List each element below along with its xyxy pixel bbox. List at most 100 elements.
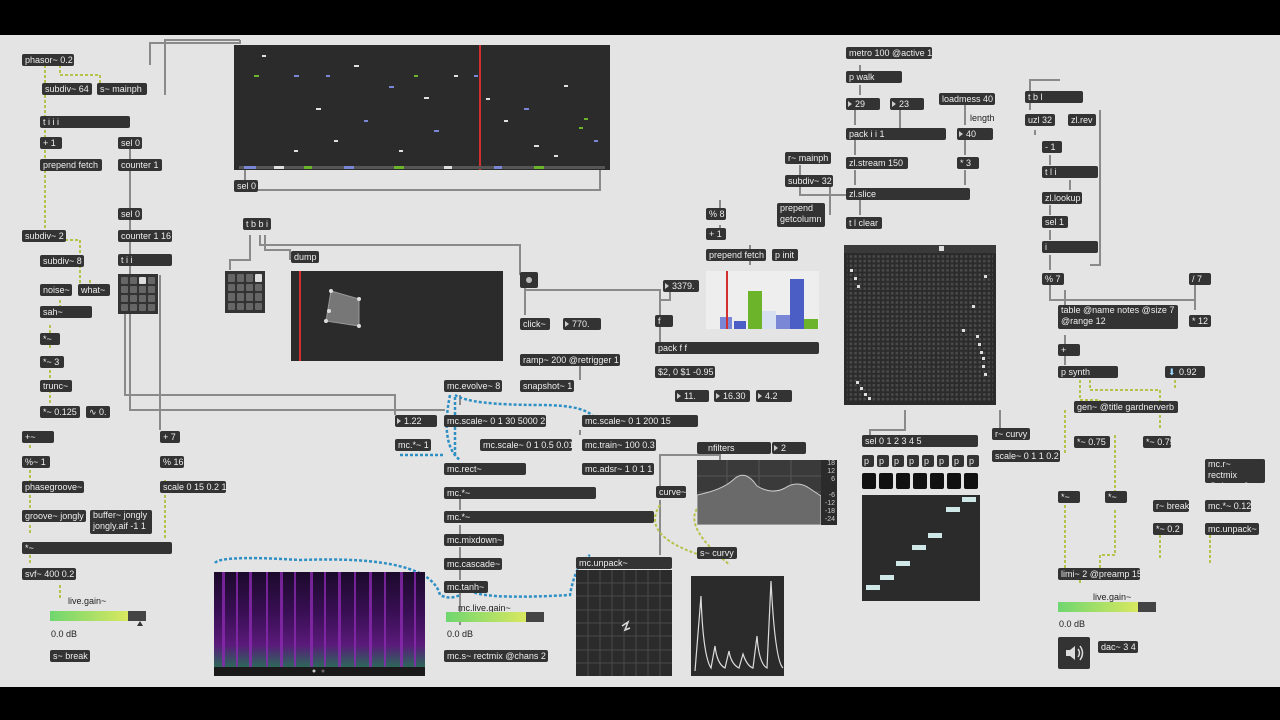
curve-object[interactable]: curve~: [656, 486, 686, 498]
p-init-object[interactable]: p init: [772, 249, 798, 261]
mc-mult-object-b[interactable]: mc.*~: [444, 511, 654, 523]
mult-signal-object-c[interactable]: *~: [1058, 491, 1080, 503]
p-button[interactable]: p: [877, 455, 889, 467]
mc-cascade-object[interactable]: mc.cascade~: [444, 558, 502, 570]
ramp-object[interactable]: ramp~ 200 @retrigger 1: [520, 354, 620, 366]
p-button[interactable]: p: [862, 455, 874, 467]
multislider-display[interactable]: [706, 271, 819, 329]
trigger-li-object[interactable]: t l i: [1042, 166, 1098, 178]
plus-1-object-2[interactable]: + 1: [706, 228, 726, 240]
minus-1-object[interactable]: - 1: [1042, 141, 1062, 153]
float-object[interactable]: f: [655, 315, 673, 327]
mc-mult-object-a[interactable]: mc.*~: [444, 487, 596, 499]
nfilters-menu[interactable]: nfilters: [697, 442, 771, 454]
what-object[interactable]: what~: [78, 284, 110, 296]
plus-1-object[interactable]: + 1: [40, 137, 62, 149]
bang-button[interactable]: [879, 473, 893, 489]
mod-1-object[interactable]: %~ 1: [22, 456, 50, 468]
mc-mult-1-object[interactable]: mc.*~ 1: [395, 439, 431, 451]
prepend-getcolumn-object[interactable]: prepend getcolumn: [777, 203, 825, 227]
mult-0125-object[interactable]: *~ 0.125: [40, 406, 80, 418]
mult-3-object-2[interactable]: * 3: [957, 157, 979, 169]
sel-0-object-3[interactable]: sel 0: [234, 180, 258, 192]
mc-scale-30-5000-object[interactable]: mc.scale~ 0 1 30 5000 2: [444, 415, 546, 427]
pack-ii1-object[interactable]: pack i i 1: [846, 128, 946, 140]
p-synth-object[interactable]: p synth: [1058, 366, 1118, 378]
sah-object[interactable]: sah~: [40, 306, 92, 318]
receive-break-object[interactable]: r~ break: [1153, 500, 1189, 512]
plus-object[interactable]: +: [1058, 344, 1080, 356]
number-122[interactable]: 1.22: [395, 415, 437, 427]
matrix-ctrl-small-2[interactable]: [225, 271, 265, 313]
number-40[interactable]: 40: [957, 128, 993, 140]
mc-evolve-object[interactable]: mc.evolve~ 8: [444, 380, 502, 392]
mult-075-object-b[interactable]: *~ 0.75: [1143, 436, 1171, 448]
mod-16-object[interactable]: % 16: [160, 456, 184, 468]
bang-button[interactable]: [913, 473, 927, 489]
pack-ff-object[interactable]: pack f f: [655, 342, 819, 354]
click-object[interactable]: click~: [520, 318, 550, 330]
number-1630[interactable]: 16.30: [714, 390, 750, 402]
mc-receive-rectmix-object[interactable]: mc.r~ rectmix @chans 2: [1205, 459, 1265, 483]
scale-0110-object[interactable]: scale~ 0 1 1 0.2: [992, 450, 1060, 462]
subdiv-32-object[interactable]: subdiv~ 32: [785, 175, 833, 187]
groove-jongly-object[interactable]: groove~ jongly: [22, 510, 86, 522]
counter-1-object[interactable]: counter 1: [118, 159, 162, 171]
number-770[interactable]: 770.: [563, 318, 601, 330]
buffer-jongly-object[interactable]: buffer~ jongly jongly.aif -1 1: [90, 510, 152, 534]
int-object[interactable]: i: [1042, 241, 1098, 253]
div-7-object[interactable]: / 7: [1189, 273, 1211, 285]
loadmess-object[interactable]: loadmess 40: [939, 93, 995, 105]
curve-message[interactable]: $2, 0 $1 -0.95: [655, 366, 715, 378]
p-walk-object[interactable]: p walk: [846, 71, 902, 83]
number-23[interactable]: 23: [890, 98, 924, 110]
p-button[interactable]: p: [907, 455, 919, 467]
ezdac-button[interactable]: [1058, 637, 1090, 669]
receive-curvy-object[interactable]: r~ curvy: [992, 428, 1030, 440]
p-button[interactable]: p: [967, 455, 979, 467]
matrix-ctrl-small[interactable]: [118, 274, 158, 314]
zl-rev-object[interactable]: zl.rev: [1068, 114, 1096, 126]
mod-8-object[interactable]: % 8: [706, 208, 726, 220]
sel-012345-object[interactable]: sel 0 1 2 3 4 5: [862, 435, 978, 447]
trunc-object[interactable]: trunc~: [40, 380, 72, 392]
mod-7-object[interactable]: % 7: [1042, 273, 1064, 285]
mult-signal-wide-object[interactable]: *~: [22, 542, 172, 554]
mc-scale-05-001-object[interactable]: mc.scale~ 0 1 0.5 0.01: [480, 439, 572, 451]
p-button[interactable]: p: [952, 455, 964, 467]
mult-12-object[interactable]: * 12: [1189, 315, 1211, 327]
step-grid-matrix[interactable]: [844, 245, 996, 405]
bang-button[interactable]: [520, 272, 538, 288]
sel-1-object[interactable]: sel 1: [1042, 216, 1068, 228]
plus-signal-object[interactable]: +~: [22, 431, 54, 443]
mc-tanh-object[interactable]: mc.tanh~: [444, 581, 488, 593]
bang-button[interactable]: [964, 473, 978, 489]
number-3379[interactable]: 3379.: [663, 280, 699, 292]
mult-075-object-a[interactable]: *~ 0.75: [1074, 436, 1110, 448]
prepend-fetch-object[interactable]: prepend fetch: [40, 159, 102, 171]
mult-02-object[interactable]: *~ 0.2: [1153, 523, 1183, 535]
filtergraph-display[interactable]: 18 12 6 -6 -12 -18 -24: [696, 460, 837, 526]
bang-button[interactable]: [930, 473, 944, 489]
receive-mainph-object[interactable]: r~ mainph: [785, 152, 831, 164]
phasegroove-object[interactable]: phasegroove~: [22, 481, 84, 493]
snapshot-object[interactable]: snapshot~ 1: [520, 380, 574, 392]
zl-stream-object[interactable]: zl.stream 150: [846, 157, 908, 169]
mc-rect-object[interactable]: mc.rect~: [444, 463, 526, 475]
dump-message[interactable]: dump: [291, 251, 319, 263]
send-break-object[interactable]: s~ break: [50, 650, 90, 662]
trigger-lclear-object[interactable]: t l clear: [846, 217, 882, 229]
zl-lookup-object[interactable]: zl.lookup: [1042, 192, 1082, 204]
bang-button[interactable]: [947, 473, 961, 489]
number-2[interactable]: 2: [772, 442, 806, 454]
trigger-bl-object[interactable]: t b l: [1025, 91, 1083, 103]
mc-train-object[interactable]: mc.train~ 100 0.3: [582, 439, 656, 451]
trigger-iii-object[interactable]: t i i i: [40, 116, 130, 128]
noise-object[interactable]: noise~: [40, 284, 72, 296]
limi-object[interactable]: limi~ 2 @preamp 15: [1058, 568, 1140, 580]
uzl-32-object[interactable]: uzl 32: [1025, 114, 1055, 126]
live-numbox-092[interactable]: ⬇ 0.92: [1165, 366, 1205, 378]
bang-button[interactable]: [896, 473, 910, 489]
svf-object[interactable]: svf~ 400 0.2: [22, 568, 76, 580]
piano-roll-display[interactable]: [234, 45, 610, 170]
